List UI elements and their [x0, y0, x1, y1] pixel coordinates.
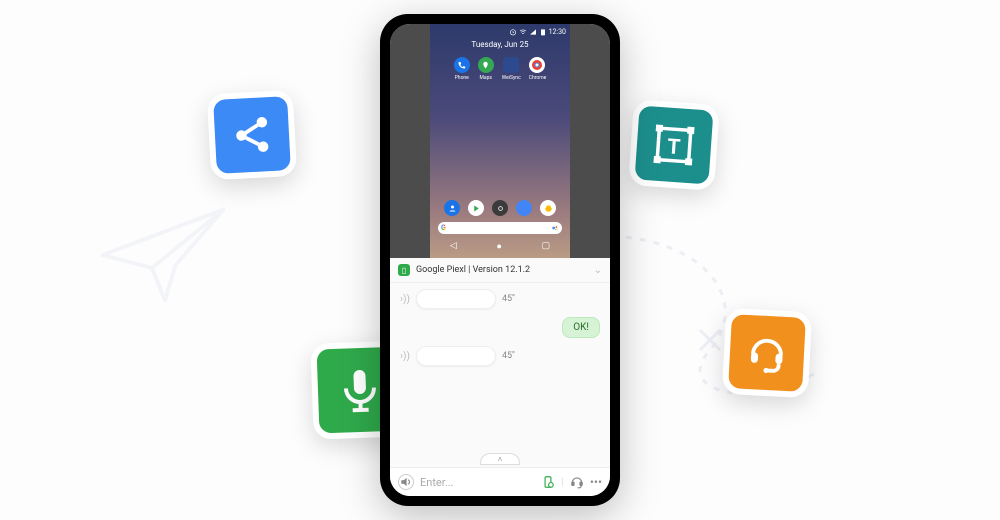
more-menu[interactable]: •••	[590, 475, 602, 489]
text-message[interactable]: OK!	[400, 317, 600, 338]
chrome-icon	[531, 59, 543, 71]
dock-play[interactable]	[468, 200, 484, 216]
sound-wave-icon: ›))	[400, 351, 410, 362]
voice-duration: 45''	[502, 294, 515, 304]
headset-icon[interactable]	[570, 475, 584, 489]
nav-home[interactable]: ●	[496, 241, 501, 252]
device-link-icon[interactable]	[541, 475, 555, 489]
panel-header[interactable]: ▯ Google Piexl | Version 12.1.2 ⌄	[390, 258, 610, 283]
speaker-icon	[399, 475, 413, 489]
nav-back[interactable]: ◁	[450, 241, 457, 251]
device-badge-icon: ▯	[398, 264, 410, 276]
phone-frame: 12:30 Tuesday, Jun 25 Phone Maps	[380, 14, 620, 506]
microphone-icon	[335, 365, 385, 415]
panel-drag-handle[interactable]: ˄	[390, 451, 610, 467]
device-title: Google Piexl | Version 12.1.2	[416, 265, 530, 275]
assistant-icon	[551, 224, 559, 232]
app-maps[interactable]: Maps	[478, 57, 494, 81]
panel-footer: Enter... | •••	[390, 467, 610, 496]
search-pill[interactable]: G	[438, 222, 562, 234]
headset-icon	[745, 331, 789, 375]
app-label: Phone	[455, 75, 469, 81]
app-label: Chrome	[529, 75, 547, 81]
google-logo-icon: G	[441, 224, 446, 232]
separator: |	[561, 477, 563, 488]
battery-icon	[539, 28, 547, 36]
favorites-row: Phone Maps WeiSync	[430, 57, 570, 81]
dock: G ◁ ● ▢	[430, 200, 570, 258]
dock-drive[interactable]	[540, 200, 556, 216]
android-navbar: ◁ ● ▢	[430, 238, 570, 254]
support-tile[interactable]	[722, 308, 812, 398]
dock-camera[interactable]	[492, 200, 508, 216]
nav-recent[interactable]: ▢	[542, 241, 551, 251]
message-input[interactable]: Enter...	[420, 476, 535, 489]
chevron-down-icon[interactable]: ⌄	[594, 265, 602, 276]
voice-message[interactable]: ›)) 45''	[400, 289, 600, 309]
alarm-icon	[509, 28, 517, 36]
signal-icon	[529, 28, 537, 36]
homescreen: 12:30 Tuesday, Jun 25 Phone Maps	[430, 24, 570, 258]
app-phone[interactable]: Phone	[454, 57, 470, 81]
voice-duration: 45''	[502, 351, 515, 361]
homescreen-date: Tuesday, Jun 25	[430, 40, 570, 49]
dock-calendar[interactable]	[516, 200, 532, 216]
share-tile[interactable]	[207, 90, 297, 180]
text-box-icon: T	[652, 123, 697, 168]
svg-text:T: T	[666, 135, 681, 160]
paper-plane-icon	[100, 200, 230, 310]
text-bubble: OK!	[562, 317, 600, 338]
voice-message[interactable]: ›)) 45''	[400, 346, 600, 366]
remote-device-view: 12:30 Tuesday, Jun 25 Phone Maps	[390, 24, 610, 258]
speaker-button[interactable]	[398, 474, 414, 490]
share-icon	[230, 113, 274, 157]
app-weisync[interactable]: WeiSync	[502, 57, 521, 81]
wifi-icon	[519, 28, 527, 36]
chevron-up-icon: ˄	[498, 455, 503, 464]
voice-bubble[interactable]	[416, 346, 496, 366]
phone-icon	[457, 61, 466, 70]
app-chrome[interactable]: Chrome	[529, 57, 547, 81]
dock-contacts[interactable]	[444, 200, 460, 216]
status-bar: 12:30	[430, 24, 570, 38]
voice-bubble[interactable]	[416, 289, 496, 309]
session-panel: ▯ Google Piexl | Version 12.1.2 ⌄ ›)) 45…	[390, 258, 610, 496]
app-label: Maps	[480, 75, 492, 81]
status-time: 12:30	[549, 28, 566, 36]
maps-icon	[481, 61, 490, 70]
phone-screen: 12:30 Tuesday, Jun 25 Phone Maps	[390, 24, 610, 496]
chat-area: ›)) 45'' OK! ›)) 45''	[390, 283, 610, 451]
sound-wave-icon: ›))	[400, 294, 410, 305]
app-label: WeiSync	[502, 75, 521, 81]
text-box-tile[interactable]: T	[628, 99, 720, 191]
